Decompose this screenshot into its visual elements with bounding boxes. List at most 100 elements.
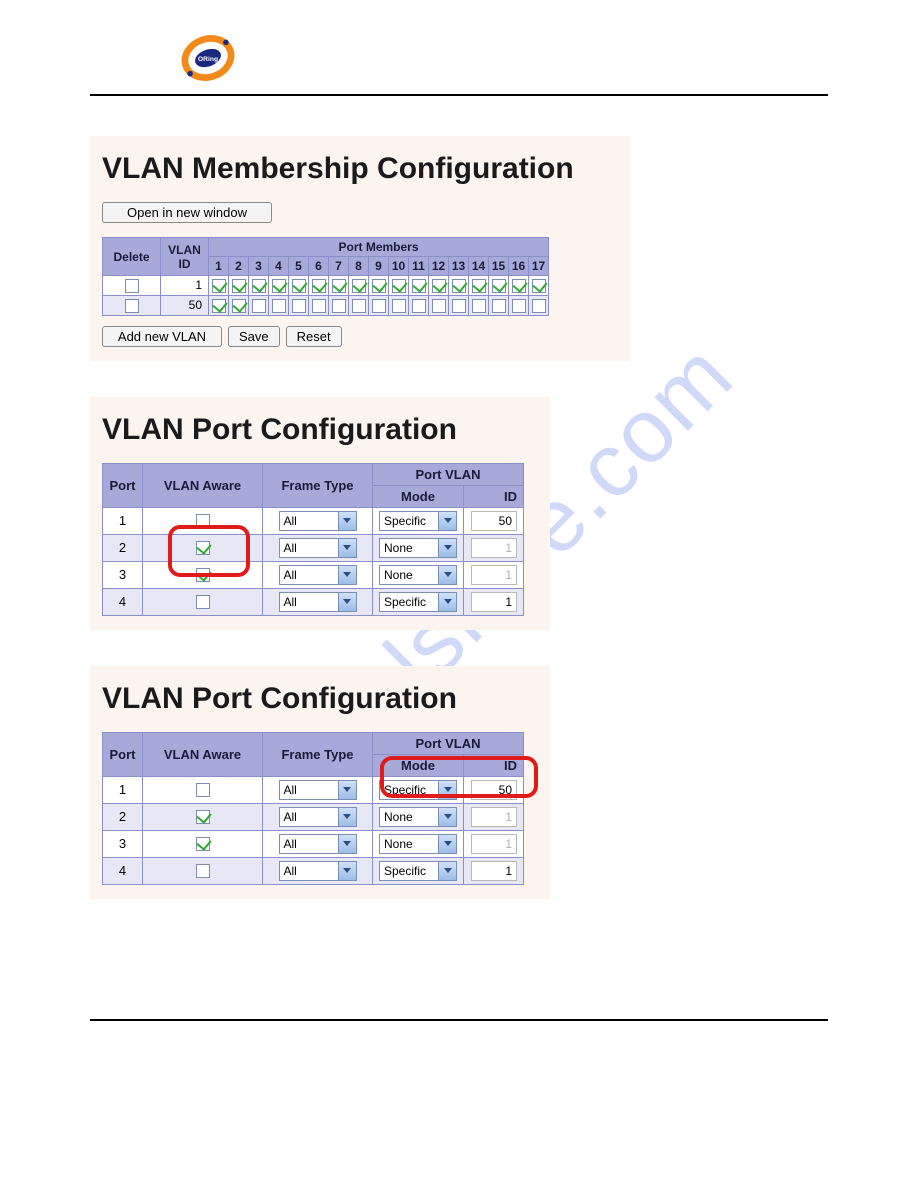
- port-member-checkbox[interactable]: [292, 279, 306, 293]
- frame-type-select[interactable]: All: [279, 565, 357, 585]
- port-member-checkbox[interactable]: [412, 279, 426, 293]
- frame-type-select[interactable]: All: [279, 592, 357, 612]
- pvlan-mode-select[interactable]: Specific: [379, 780, 457, 800]
- port-member-checkbox[interactable]: [472, 299, 486, 313]
- vlan-aware-checkbox[interactable]: [196, 810, 210, 824]
- pvlan-id-input[interactable]: 1: [471, 565, 517, 585]
- port-member-checkbox[interactable]: [212, 299, 226, 313]
- port-member-checkbox[interactable]: [512, 299, 526, 313]
- port-member-checkbox[interactable]: [432, 299, 446, 313]
- port-member-checkbox[interactable]: [252, 299, 266, 313]
- pvlan-id-input[interactable]: 1: [471, 861, 517, 881]
- select-value: All: [280, 514, 338, 528]
- port-member-checkbox[interactable]: [232, 299, 246, 313]
- col-port-15: 15: [489, 257, 509, 276]
- port-member-checkbox[interactable]: [332, 279, 346, 293]
- frame-type-select[interactable]: All: [279, 807, 357, 827]
- vlan-aware-checkbox[interactable]: [196, 541, 210, 555]
- port-member-checkbox[interactable]: [492, 279, 506, 293]
- port-member-checkbox[interactable]: [452, 279, 466, 293]
- chevron-down-icon: [438, 566, 456, 584]
- port-cell: 4: [103, 857, 143, 884]
- port-member-checkbox[interactable]: [392, 299, 406, 313]
- vlan-aware-checkbox[interactable]: [196, 514, 210, 528]
- port-config-table-a: Port VLAN Aware Frame Type Port VLAN Mod…: [102, 463, 524, 616]
- col-frame-type: Frame Type: [263, 463, 373, 507]
- port-member-checkbox[interactable]: [272, 299, 286, 313]
- pvlan-mode-select[interactable]: Specific: [379, 511, 457, 531]
- port-member-checkbox[interactable]: [452, 299, 466, 313]
- pvlan-mode-select[interactable]: Specific: [379, 592, 457, 612]
- port-cell: 2: [103, 803, 143, 830]
- col-port-14: 14: [469, 257, 489, 276]
- port-member-checkbox[interactable]: [252, 279, 266, 293]
- chevron-down-icon: [338, 512, 356, 530]
- select-value: All: [280, 810, 338, 824]
- port-member-checkbox[interactable]: [292, 299, 306, 313]
- port-member-checkbox[interactable]: [512, 279, 526, 293]
- save-button[interactable]: Save: [228, 326, 280, 347]
- port-member-checkbox[interactable]: [312, 279, 326, 293]
- pvlan-id-input[interactable]: 1: [471, 834, 517, 854]
- port-member-checkbox[interactable]: [232, 279, 246, 293]
- port-member-checkbox[interactable]: [472, 279, 486, 293]
- pvlan-id-input[interactable]: 50: [471, 780, 517, 800]
- select-value: Specific: [380, 514, 438, 528]
- col-port: Port: [103, 732, 143, 776]
- port-member-checkbox[interactable]: [532, 299, 546, 313]
- port-member-checkbox[interactable]: [332, 299, 346, 313]
- open-new-window-button[interactable]: Open in new window: [102, 202, 272, 223]
- port-member-checkbox[interactable]: [412, 299, 426, 313]
- chevron-down-icon: [338, 566, 356, 584]
- port-member-checkbox[interactable]: [312, 299, 326, 313]
- port-member-checkbox[interactable]: [432, 279, 446, 293]
- port-member-checkbox[interactable]: [392, 279, 406, 293]
- vlan-aware-checkbox[interactable]: [196, 783, 210, 797]
- vlan-aware-checkbox[interactable]: [196, 568, 210, 582]
- pvlan-id-input[interactable]: 1: [471, 592, 517, 612]
- port-cell: 1: [103, 776, 143, 803]
- port-member-checkbox[interactable]: [272, 279, 286, 293]
- vlan-aware-checkbox[interactable]: [196, 837, 210, 851]
- vlan-aware-checkbox[interactable]: [196, 864, 210, 878]
- delete-checkbox[interactable]: [125, 279, 139, 293]
- pvlan-mode-select[interactable]: None: [379, 565, 457, 585]
- col-vlan-aware: VLAN Aware: [143, 732, 263, 776]
- frame-type-select[interactable]: All: [279, 538, 357, 558]
- membership-heading: VLAN Membership Configuration: [102, 152, 618, 186]
- port-member-checkbox[interactable]: [212, 279, 226, 293]
- port-cell: 4: [103, 588, 143, 615]
- port-config-row: 4 All Specific 1: [103, 857, 524, 884]
- frame-type-select[interactable]: All: [279, 861, 357, 881]
- port-member-checkbox[interactable]: [532, 279, 546, 293]
- pvlan-mode-select[interactable]: Specific: [379, 861, 457, 881]
- vlan-aware-checkbox[interactable]: [196, 595, 210, 609]
- pvlan-mode-select[interactable]: None: [379, 538, 457, 558]
- pvlan-id-input[interactable]: 1: [471, 538, 517, 558]
- membership-row: 1: [103, 276, 549, 296]
- chevron-down-icon: [338, 862, 356, 880]
- port-member-checkbox[interactable]: [352, 279, 366, 293]
- frame-type-select[interactable]: All: [279, 834, 357, 854]
- port-member-checkbox[interactable]: [492, 299, 506, 313]
- pvlan-id-input[interactable]: 50: [471, 511, 517, 531]
- delete-checkbox[interactable]: [125, 299, 139, 313]
- vlan-id-cell: 50: [161, 295, 209, 315]
- chevron-down-icon: [438, 835, 456, 853]
- reset-button[interactable]: Reset: [286, 326, 342, 347]
- port-member-checkbox[interactable]: [372, 279, 386, 293]
- port-member-checkbox[interactable]: [372, 299, 386, 313]
- frame-type-select[interactable]: All: [279, 511, 357, 531]
- pvlan-mode-select[interactable]: None: [379, 807, 457, 827]
- port-cell: 1: [103, 507, 143, 534]
- pvlan-mode-select[interactable]: None: [379, 834, 457, 854]
- chevron-down-icon: [338, 539, 356, 557]
- col-port-12: 12: [429, 257, 449, 276]
- add-new-vlan-button[interactable]: Add new VLAN: [102, 326, 222, 347]
- col-id: ID: [464, 754, 524, 776]
- frame-type-select[interactable]: All: [279, 780, 357, 800]
- port-member-checkbox[interactable]: [352, 299, 366, 313]
- pvlan-id-input[interactable]: 1: [471, 807, 517, 827]
- port-config-table-b: Port VLAN Aware Frame Type Port VLAN Mod…: [102, 732, 524, 885]
- col-port: Port: [103, 463, 143, 507]
